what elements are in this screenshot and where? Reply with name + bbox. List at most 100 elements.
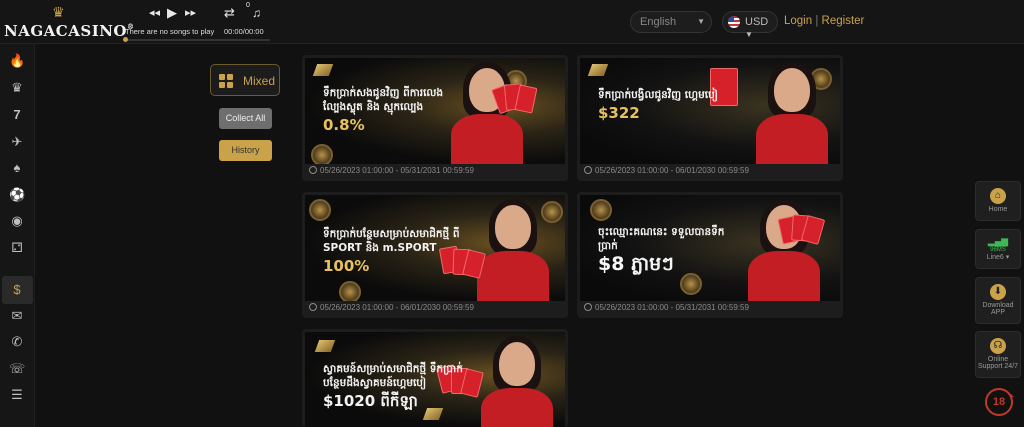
- promo-amount: $322: [598, 104, 640, 122]
- history-button[interactable]: History: [219, 140, 272, 161]
- promo-period: 05/26/2023 01:00:00 - 05/31/2031 00:59:5…: [320, 166, 474, 175]
- line-label: Line6: [986, 254, 1004, 261]
- fast-forward-icon[interactable]: ▸▸: [185, 6, 196, 19]
- megaphone-icon[interactable]: ✆: [9, 334, 25, 350]
- grid-icon: [219, 74, 233, 88]
- promo-banner[interactable]: ចុះឈ្មោះគណនេះ ទទួលបានទឹកប្រាក់ $8 ភ្លាមៗ: [580, 195, 840, 301]
- promo-period: 05/26/2023 01:00:00 - 05/31/2031 00:59:5…: [595, 303, 749, 312]
- promo-banner[interactable]: ស្វាគមន៍សម្រាប់សមាជិកថ្មី ទឹកប្រាក់បន្ថែ…: [305, 332, 565, 427]
- promo-card[interactable]: ទឹកប្រាក់សងជូនវិញ ពីការលេងល្បែងស្លុត និង…: [302, 55, 568, 181]
- cards-icon[interactable]: ♠: [9, 160, 25, 176]
- clock-icon: [309, 303, 317, 311]
- model-image: [748, 58, 836, 164]
- download-app-button[interactable]: ⬇ Download APP: [975, 277, 1021, 324]
- promo-banner[interactable]: ទឹកប្រាក់បន្ថែមសម្រាប់សមាជិកថ្មី ពី SPOR…: [305, 195, 565, 301]
- language-select[interactable]: English ▼: [630, 11, 712, 33]
- filter-mixed[interactable]: Mixed: [210, 64, 280, 96]
- casino-chip-icon: [309, 199, 331, 221]
- auth-separator: |: [815, 15, 819, 27]
- line-latency: 96MS: [990, 247, 1006, 253]
- song-title: There are no songs to play: [125, 27, 215, 36]
- currency-select[interactable]: USD ▼: [722, 11, 778, 39]
- filter-label: Mixed: [243, 74, 276, 88]
- promo-banner[interactable]: ទឹកប្រាក់បង្វិលជូនវិញ ហ្គេមបៀ $322: [580, 58, 840, 164]
- promo-card[interactable]: ទឹកប្រាក់បង្វិលជូនវិញ ហ្គេមបៀ $322 05/26…: [577, 55, 843, 181]
- login-link[interactable]: Login: [784, 15, 812, 27]
- soccer-icon[interactable]: ⚽: [9, 187, 25, 203]
- playlist-count: 0: [246, 2, 250, 9]
- chevron-down-icon: ▼: [697, 17, 705, 26]
- home-icon: ⌂: [990, 188, 1006, 204]
- age-restriction-badge: 18 +: [985, 388, 1014, 416]
- gift-icon[interactable]: ✉: [9, 308, 25, 324]
- sidebar: 🔥 ♛ 7 ✈ ♠ ⚽ ◉ ⚁ $ ✉ ✆ ☏ ☰: [0, 44, 35, 427]
- download-label: Download APP: [982, 302, 1014, 316]
- promo-period: 05/26/2023 01:00:00 - 06/01/2030 00:59:5…: [595, 166, 749, 175]
- progress-bar[interactable]: [123, 37, 270, 42]
- progress-knob[interactable]: [123, 37, 128, 42]
- us-flag-icon: [728, 16, 740, 28]
- promo-period: 05/26/2023 01:00:00 - 06/01/2030 00:59:5…: [320, 303, 474, 312]
- rewind-icon[interactable]: ◂◂: [149, 6, 160, 19]
- download-icon: ⬇: [990, 284, 1006, 300]
- model-image: [473, 332, 561, 427]
- chevron-down-icon: ▾: [1005, 254, 1010, 261]
- dealer-icon[interactable]: ♛: [9, 80, 25, 96]
- lottery-icon[interactable]: ⚁: [9, 240, 25, 256]
- song-time: 00:00/00:00: [224, 27, 264, 36]
- casino-chip-icon: [311, 144, 333, 164]
- promo-title: ទឹកប្រាក់បង្វិលជូនវិញ ហ្គេមបៀ: [598, 89, 718, 101]
- playlist-icon[interactable]: ♫: [252, 6, 261, 20]
- promo-card[interactable]: ស្វាគមន៍សម្រាប់សមាជិកថ្មី ទឹកប្រាក់បន្ថែ…: [302, 329, 568, 427]
- register-link[interactable]: Register: [822, 15, 865, 27]
- promo-amount: 100%: [323, 257, 370, 275]
- casino-chip-icon: [680, 273, 702, 295]
- promo-title: ចុះឈ្មោះគណនេះ ទទួលបានទឹកប្រាក់: [598, 226, 725, 252]
- logo[interactable]: ♛ NAGACASINO®: [4, 4, 134, 40]
- slots-icon[interactable]: 7: [9, 107, 25, 123]
- promo-amount: 0.8%: [323, 116, 365, 134]
- fire-icon[interactable]: 🔥: [9, 53, 25, 69]
- red-envelopes-icon: [491, 82, 541, 115]
- promo-amount: $1020 ពីកីឡា: [323, 392, 418, 410]
- age-plus: +: [1009, 392, 1014, 401]
- fishing-icon[interactable]: ✈: [9, 134, 25, 150]
- promo-banner[interactable]: ទឹកប្រាក់សងជូនវិញ ពីការលេងល្បែងស្លុត និង…: [305, 58, 565, 164]
- casino-chip-icon: [590, 199, 612, 221]
- collect-all-button[interactable]: Collect All: [219, 108, 272, 129]
- promo-title: ទឹកប្រាក់បន្ថែមសម្រាប់សមាជិកថ្មី ពី SPOR…: [323, 228, 460, 254]
- play-icon[interactable]: ▶: [167, 5, 177, 21]
- casino-chip-icon: [339, 281, 361, 301]
- repeat-icon[interactable]: ⇄: [224, 5, 235, 21]
- line-select[interactable]: ▂▄▆ 96MS Line6 ▾: [975, 229, 1021, 269]
- home-label: Home: [988, 206, 1008, 213]
- promo-card[interactable]: ចុះឈ្មោះគណនេះ ទទួលបានទឹកប្រាក់ $8 ភ្លាមៗ…: [577, 192, 843, 318]
- currency-value: USD: [745, 16, 769, 28]
- report-icon[interactable]: ☰: [9, 387, 25, 403]
- brand-name: NAGACASINO: [4, 22, 128, 40]
- clock-icon: [584, 303, 592, 311]
- model-image: [740, 195, 828, 301]
- chevron-down-icon: ▼: [745, 30, 753, 39]
- red-envelopes-icon: [777, 214, 826, 245]
- support-label: Online Support 24/7: [977, 356, 1019, 370]
- support-icon[interactable]: ☏: [9, 361, 25, 377]
- promo-title: ទឹកប្រាក់សងជូនវិញ ពីការលេងល្បែងស្លុត និង…: [323, 87, 444, 113]
- signal-icon: ▂▄▆: [987, 236, 1009, 246]
- headset-icon: ☊: [990, 338, 1006, 354]
- music-player: ◂◂ ▶ ▸▸ ⇄ 0 ♫ There are no songs to play…: [123, 2, 275, 42]
- clock-icon: [309, 166, 317, 174]
- clock-icon: [584, 166, 592, 174]
- promo-amount: $8 ភ្លាមៗ: [598, 253, 674, 275]
- age-label: 18: [992, 396, 1006, 408]
- promo-card[interactable]: ទឹកប្រាក់បន្ថែមសម្រាប់សមាជិកថ្មី ពី SPOR…: [302, 192, 568, 318]
- promo-title: ស្វាគមន៍សម្រាប់សមាជិកថ្មី ទឹកប្រាក់បន្ថែ…: [323, 363, 463, 389]
- online-support-button[interactable]: ☊ Online Support 24/7: [975, 331, 1021, 378]
- esports-icon[interactable]: ◉: [9, 213, 25, 229]
- auth-links: Login | Register: [784, 15, 864, 27]
- top-bar: ♛ NAGACASINO® ◂◂ ▶ ▸▸ ⇄ 0 ♫ There are no…: [0, 0, 1024, 44]
- crown-icon: ♛: [52, 4, 65, 20]
- promotions-icon[interactable]: $: [9, 282, 25, 298]
- language-value: English: [640, 16, 677, 28]
- home-button[interactable]: ⌂ Home: [975, 181, 1021, 221]
